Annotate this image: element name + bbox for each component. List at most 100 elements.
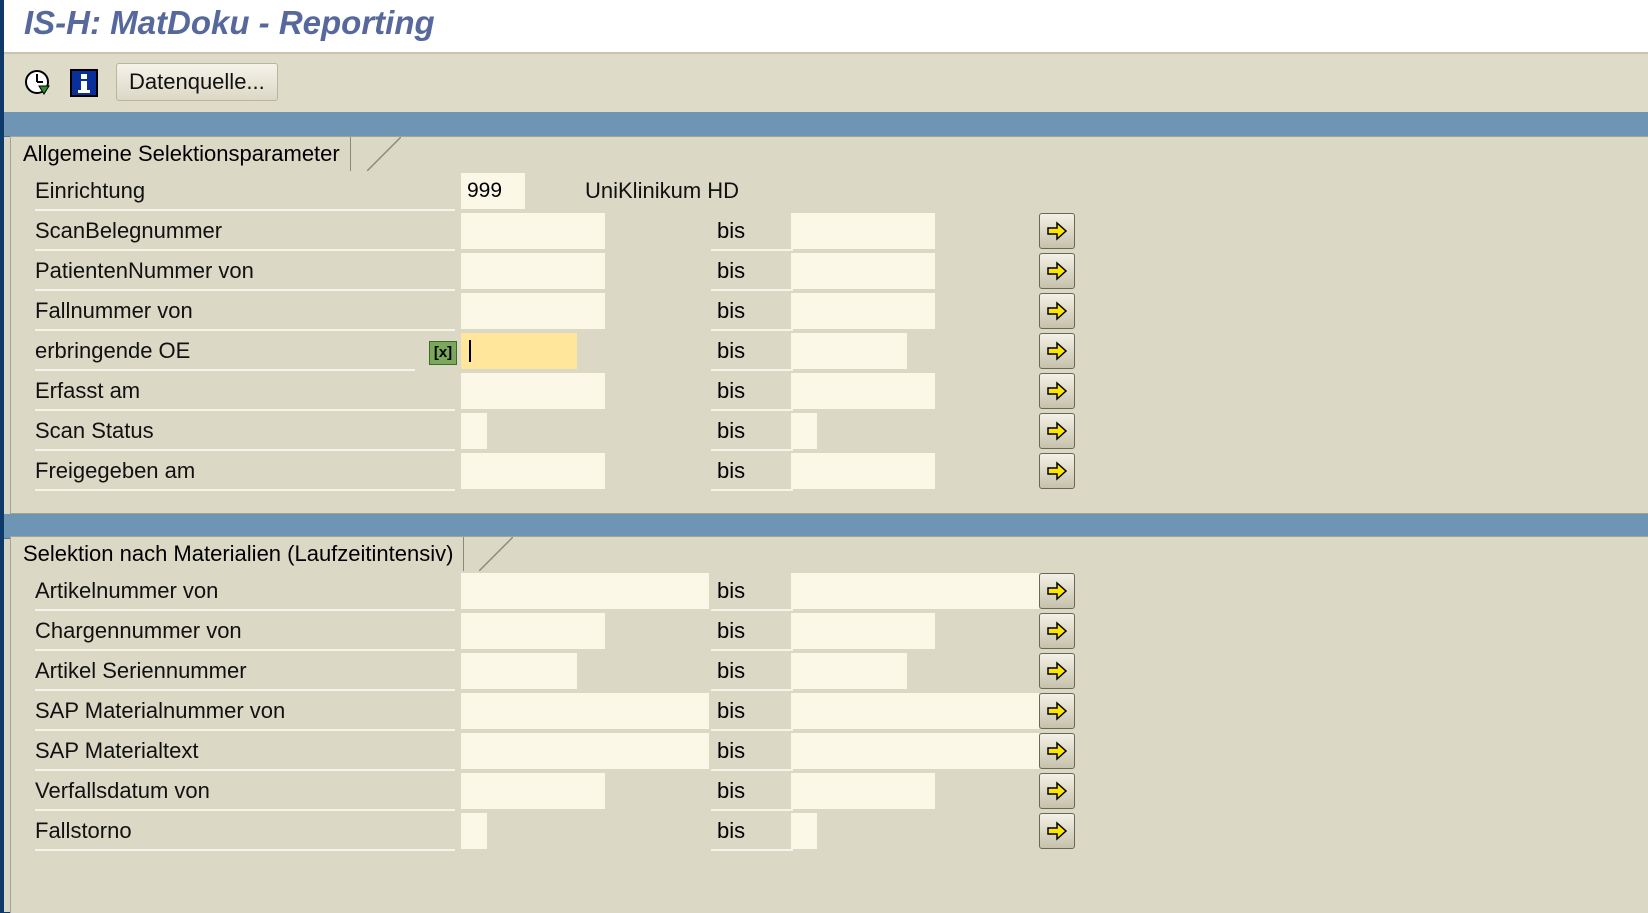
fallnummer-row: Fallnummer von bis bbox=[11, 293, 1648, 331]
row-label: Fallstorno bbox=[35, 813, 455, 851]
multiple-selection-button[interactable] bbox=[1039, 253, 1075, 289]
datasource-button[interactable]: Datenquelle... bbox=[116, 63, 278, 101]
from-input[interactable] bbox=[461, 373, 605, 409]
from-input[interactable] bbox=[461, 293, 605, 329]
arrow-right-icon bbox=[1047, 341, 1068, 361]
from-input[interactable] bbox=[461, 413, 487, 449]
frame-tab-corner bbox=[367, 137, 401, 171]
to-input[interactable] bbox=[791, 213, 935, 249]
to-input[interactable] bbox=[791, 413, 817, 449]
arrow-right-icon bbox=[1047, 781, 1068, 801]
general-selection-frame: Allgemeine Selektionsparameter Einrichtu… bbox=[10, 136, 1648, 514]
multiple-selection-button[interactable] bbox=[1039, 333, 1075, 369]
row-label: ScanBelegnummer bbox=[35, 213, 455, 251]
to-input[interactable] bbox=[791, 693, 1039, 729]
from-input[interactable] bbox=[461, 773, 605, 809]
row-label: SAP Materialtext bbox=[35, 733, 455, 771]
multiple-selection-button[interactable] bbox=[1039, 453, 1075, 489]
from-input[interactable] bbox=[461, 733, 709, 769]
arrow-right-icon bbox=[1047, 821, 1068, 841]
bis-label: bis bbox=[711, 373, 793, 411]
frame-tab-corner bbox=[479, 537, 513, 571]
row-label: Artikel Seriennummer bbox=[35, 653, 455, 691]
to-input[interactable] bbox=[791, 253, 935, 289]
multiple-selection-button[interactable] bbox=[1039, 733, 1075, 769]
multiple-selection-button[interactable] bbox=[1039, 773, 1075, 809]
window-title: IS-H: MatDoku - Reporting bbox=[24, 4, 435, 41]
from-input-active[interactable] bbox=[461, 333, 577, 369]
bis-label: bis bbox=[711, 573, 793, 611]
row-label: Fallnummer von bbox=[35, 293, 455, 331]
arrow-right-icon bbox=[1047, 221, 1068, 241]
einrichtung-input[interactable]: 999 bbox=[461, 173, 525, 209]
row-label: PatientenNummer von bbox=[35, 253, 455, 291]
arrow-right-icon bbox=[1047, 461, 1068, 481]
artikelnummer-row: Artikelnummer von bis bbox=[11, 573, 1648, 611]
row-label: Freigegeben am bbox=[35, 453, 455, 491]
multiple-selection-button[interactable] bbox=[1039, 413, 1075, 449]
arrow-right-icon bbox=[1047, 261, 1068, 281]
from-input[interactable] bbox=[461, 693, 709, 729]
info-icon[interactable] bbox=[68, 67, 100, 99]
row-label: Scan Status bbox=[35, 413, 455, 451]
multiple-selection-button[interactable] bbox=[1039, 293, 1075, 329]
sap-window: IS-H: MatDoku - Reporting Datenquelle...… bbox=[4, 0, 1648, 913]
from-input[interactable] bbox=[461, 453, 605, 489]
from-input[interactable] bbox=[461, 573, 709, 609]
multiple-selection-button[interactable] bbox=[1039, 813, 1075, 849]
arrow-right-icon bbox=[1047, 741, 1068, 761]
from-input[interactable] bbox=[461, 613, 605, 649]
bis-label: bis bbox=[711, 453, 793, 491]
einrichtung-label: Einrichtung bbox=[35, 173, 455, 211]
row-label: Erfasst am bbox=[35, 373, 455, 411]
to-input[interactable] bbox=[791, 333, 907, 369]
multiple-selection-button[interactable] bbox=[1039, 653, 1075, 689]
clock-execute-icon[interactable] bbox=[22, 67, 54, 99]
frame-title: Allgemeine Selektionsparameter bbox=[13, 137, 351, 171]
arrow-right-icon bbox=[1047, 661, 1068, 681]
multiple-selection-button[interactable] bbox=[1039, 573, 1075, 609]
bis-label: bis bbox=[711, 613, 793, 651]
to-input[interactable] bbox=[791, 733, 1039, 769]
arrow-right-icon bbox=[1047, 581, 1068, 601]
verfallsdatum-row: Verfallsdatum von bis bbox=[11, 773, 1648, 811]
sap-materialnummer-row: SAP Materialnummer von bis bbox=[11, 693, 1648, 731]
title-bar: IS-H: MatDoku - Reporting bbox=[4, 0, 1648, 54]
from-input[interactable] bbox=[461, 653, 577, 689]
bis-label: bis bbox=[711, 293, 793, 331]
row-label: Verfallsdatum von bbox=[35, 773, 455, 811]
separator-stripe bbox=[4, 112, 1648, 137]
application-toolbar: Datenquelle... bbox=[4, 54, 1648, 112]
row-label: erbringende OE bbox=[35, 333, 415, 371]
multiple-selection-button[interactable] bbox=[1039, 213, 1075, 249]
bis-label: bis bbox=[711, 693, 793, 731]
to-input[interactable] bbox=[791, 813, 817, 849]
einrichtung-row: Einrichtung 999 UniKlinikum HD bbox=[11, 173, 1648, 211]
frame-title: Selektion nach Materialien (Laufzeitinte… bbox=[13, 537, 465, 571]
from-input[interactable] bbox=[461, 253, 605, 289]
to-input[interactable] bbox=[791, 653, 907, 689]
patientennummer-row: PatientenNummer von bis bbox=[11, 253, 1648, 291]
to-input[interactable] bbox=[791, 293, 935, 329]
bis-label: bis bbox=[711, 253, 793, 291]
from-input[interactable] bbox=[461, 213, 605, 249]
bis-label: bis bbox=[711, 213, 793, 251]
bis-label: bis bbox=[711, 413, 793, 451]
arrow-right-icon bbox=[1047, 701, 1068, 721]
fallstorno-row: Fallstorno bis bbox=[11, 813, 1648, 851]
bis-label: bis bbox=[711, 733, 793, 771]
to-input[interactable] bbox=[791, 613, 935, 649]
to-input[interactable] bbox=[791, 773, 935, 809]
material-selection-frame: Selektion nach Materialien (Laufzeitinte… bbox=[10, 536, 1648, 913]
multi-select-icon[interactable]: [x] bbox=[429, 341, 457, 365]
to-input[interactable] bbox=[791, 453, 935, 489]
sap-materialtext-row: SAP Materialtext bis bbox=[11, 733, 1648, 771]
multiple-selection-button[interactable] bbox=[1039, 693, 1075, 729]
multiple-selection-button[interactable] bbox=[1039, 373, 1075, 409]
to-input[interactable] bbox=[791, 373, 935, 409]
to-input[interactable] bbox=[791, 573, 1039, 609]
einrichtung-text: UniKlinikum HD bbox=[585, 178, 740, 203]
from-input[interactable] bbox=[461, 813, 487, 849]
text-caret bbox=[469, 340, 471, 362]
multiple-selection-button[interactable] bbox=[1039, 613, 1075, 649]
